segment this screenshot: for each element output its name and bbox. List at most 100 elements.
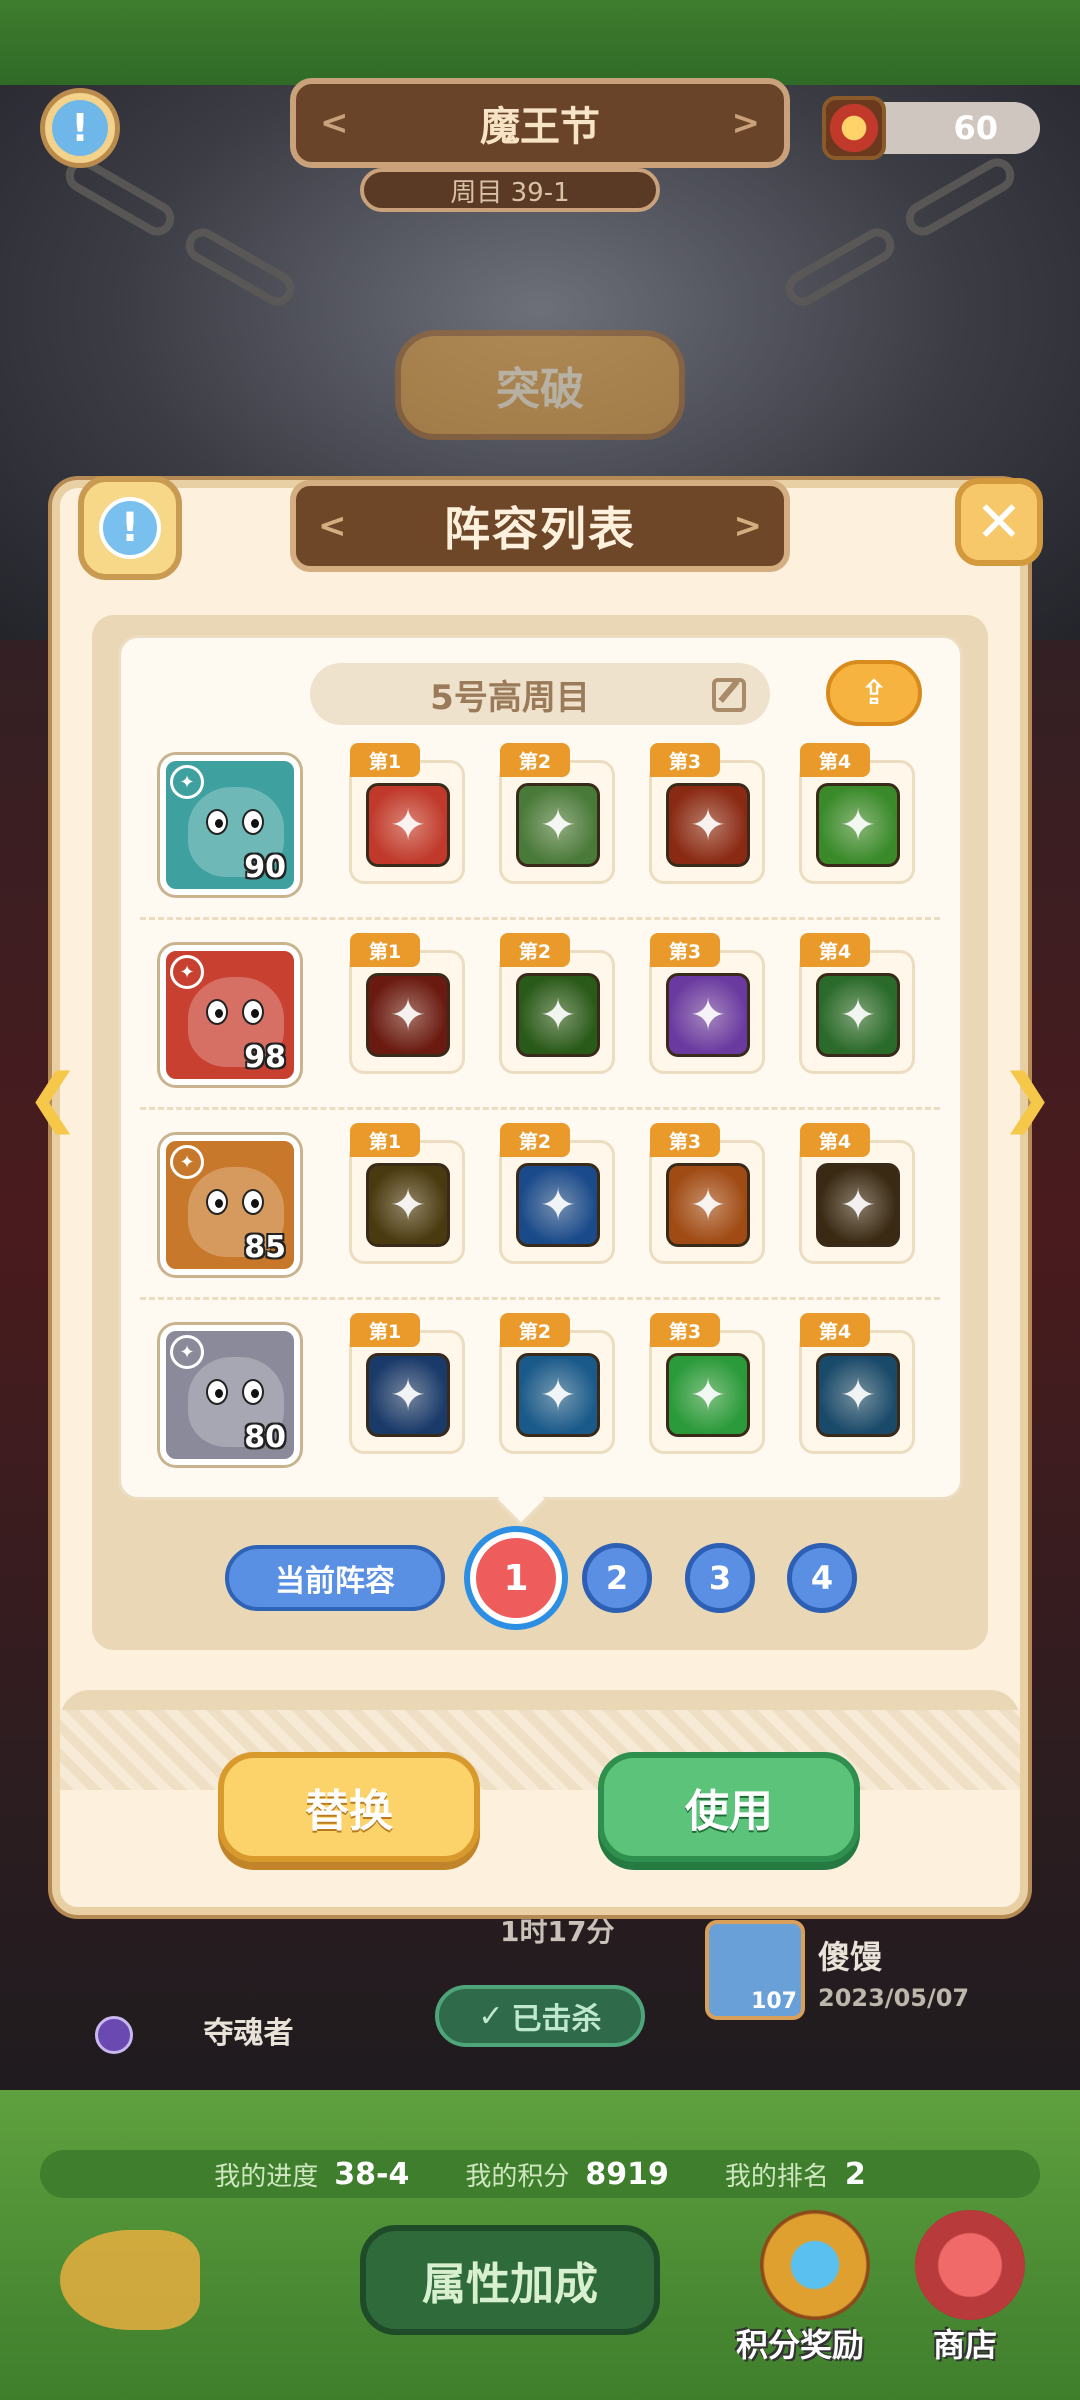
treasure-chest-icon[interactable] [822, 96, 886, 160]
lineup-3-button[interactable]: 3 [685, 1543, 755, 1613]
score-reward-button[interactable]: 积分奖励 [736, 2320, 864, 2366]
slot-order-tag: 第4 [800, 743, 870, 777]
slot-order-tag: 第2 [500, 743, 570, 777]
previous-arrow-icon[interactable]: ❮ [18, 1061, 88, 1135]
lineup-name-field[interactable]: 5号高周目 [310, 663, 770, 725]
current-lineup-label: 当前阵容 [225, 1545, 445, 1611]
hero-level: 90 [244, 850, 286, 885]
skill-slot[interactable]: 第2 ✦ [500, 933, 612, 1071]
lineup-2-button[interactable]: 2 [582, 1543, 652, 1613]
edit-icon[interactable] [712, 678, 746, 712]
hero-card[interactable]: ✦ 98 [160, 945, 300, 1085]
close-icon: ✕ [975, 489, 1023, 555]
skill-slot[interactable]: 第1 ✦ [350, 743, 462, 881]
frost-mace-icon: ✦ [516, 1353, 600, 1437]
dialog-title-banner: < 阵容列表 > [290, 480, 790, 572]
hero-class-icon: ✦ [170, 1335, 204, 1369]
swirl-right-icon: > [733, 506, 763, 546]
trophy-icon[interactable] [760, 2210, 870, 2320]
row-separator [140, 1107, 940, 1110]
hero-card[interactable]: ✦ 90 [160, 755, 300, 895]
ghost-icon: ✦ [666, 973, 750, 1057]
skill-slot[interactable]: 第1 ✦ [350, 1123, 462, 1261]
skill-slot[interactable]: 第4 ✦ [800, 1123, 912, 1261]
progress-value: 38-4 [334, 2156, 410, 2192]
red-mask-icon: ✦ [816, 1353, 900, 1437]
slot-order-tag: 第4 [800, 1313, 870, 1347]
top-grass-strip [0, 0, 1080, 85]
fire-shadow-icon: ✦ [366, 973, 450, 1057]
skill-slot[interactable]: 第1 ✦ [350, 1313, 462, 1451]
slot-order-tag: 第1 [350, 1123, 420, 1157]
slot-order-tag: 第4 [800, 933, 870, 967]
skill-slot[interactable]: 第2 ✦ [500, 743, 612, 881]
target-icon: ✦ [816, 1163, 900, 1247]
hero-card[interactable]: ✦ 80 [160, 1325, 300, 1465]
skill-slot[interactable]: 第1 ✦ [350, 933, 462, 1071]
skill-slot[interactable]: 第3 ✦ [650, 1123, 762, 1261]
shield-star-icon: ✦ [816, 783, 900, 867]
ice-sword-icon: ✦ [366, 1353, 450, 1437]
soul-stealer-label: 夺魂者 [95, 2008, 293, 2054]
score-value: 8919 [585, 2156, 669, 2192]
use-button[interactable]: 使用 [598, 1752, 860, 1862]
row-separator [140, 1297, 940, 1300]
slot-order-tag: 第4 [800, 1123, 870, 1157]
shop-monster-icon[interactable] [915, 2210, 1025, 2320]
row-separator [140, 917, 940, 920]
goblin-icon: ✦ [516, 973, 600, 1057]
skill-slot[interactable]: 第4 ✦ [800, 1313, 912, 1451]
hero-class-icon: ✦ [170, 765, 204, 799]
shop-button[interactable]: 商店 [933, 2320, 997, 2366]
skill-slot[interactable]: 第2 ✦ [500, 1123, 612, 1261]
slot-order-tag: 第3 [650, 933, 720, 967]
replace-button[interactable]: 替换 [218, 1752, 480, 1862]
attribute-bonus-button[interactable]: 属性加成 [360, 2225, 660, 2335]
swirl-right-icon: > [731, 103, 761, 143]
skill-slot[interactable]: 第4 ✦ [800, 743, 912, 881]
cloud-icon: ✦ [666, 1353, 750, 1437]
skill-slot[interactable]: 第3 ✦ [650, 1313, 762, 1451]
player-stats-bar: 我的进度 38-4 我的积分 8919 我的排名 2 [40, 2150, 1040, 2198]
event-info-button[interactable]: ! [40, 88, 120, 168]
skill-slot[interactable]: 第3 ✦ [650, 933, 762, 1071]
slot-order-tag: 第2 [500, 933, 570, 967]
breakthrough-button[interactable]: 突破 [395, 330, 685, 440]
event-title: 魔王节 [480, 104, 600, 150]
skill-slot[interactable]: 第2 ✦ [500, 1313, 612, 1451]
slash-icon: ✦ [816, 973, 900, 1057]
hero-level: 98 [244, 1040, 286, 1075]
fish-bone-icon[interactable] [60, 2230, 200, 2330]
close-button[interactable]: ✕ [955, 478, 1043, 566]
spear-icon: ✦ [666, 1163, 750, 1247]
player-avatar[interactable]: 107 [705, 1920, 805, 2020]
slot-order-tag: 第3 [650, 1123, 720, 1157]
pattern-strip [60, 1710, 1020, 1790]
slot-order-tag: 第1 [350, 933, 420, 967]
next-arrow-icon[interactable]: ❯ [992, 1061, 1062, 1135]
rank-value: 2 [844, 2156, 866, 2192]
player-name: 傻馒 [818, 1938, 883, 1976]
player-date: 2023/05/07 [818, 1984, 970, 2012]
lineup-4-button[interactable]: 4 [787, 1543, 857, 1613]
lineup-1-button[interactable]: 1 [470, 1532, 562, 1624]
hero-level: 80 [244, 1420, 286, 1455]
slot-order-tag: 第3 [650, 743, 720, 777]
round-label: 周目 39-1 [360, 168, 660, 212]
arrows-icon: ✦ [516, 783, 600, 867]
skill-slot[interactable]: 第3 ✦ [650, 743, 762, 881]
hero-class-icon: ✦ [170, 955, 204, 989]
axe-icon: ✦ [366, 783, 450, 867]
exclamation-icon: ! [52, 100, 108, 156]
skill-slot[interactable]: 第4 ✦ [800, 933, 912, 1071]
hero-class-icon: ✦ [170, 1145, 204, 1179]
slot-order-tag: 第1 [350, 743, 420, 777]
hero-card[interactable]: ✦ 85 [160, 1135, 300, 1275]
swirl-left-icon: < [318, 506, 347, 546]
moon-icon [95, 2015, 133, 2054]
lineup-info-button[interactable]: ! [78, 476, 182, 580]
dialog-title: 阵容列表 [444, 502, 636, 556]
share-button[interactable]: ⇪ [826, 660, 922, 726]
demon-face-icon: ✦ [666, 783, 750, 867]
killed-badge: ✓ 已击杀 [435, 1985, 645, 2047]
